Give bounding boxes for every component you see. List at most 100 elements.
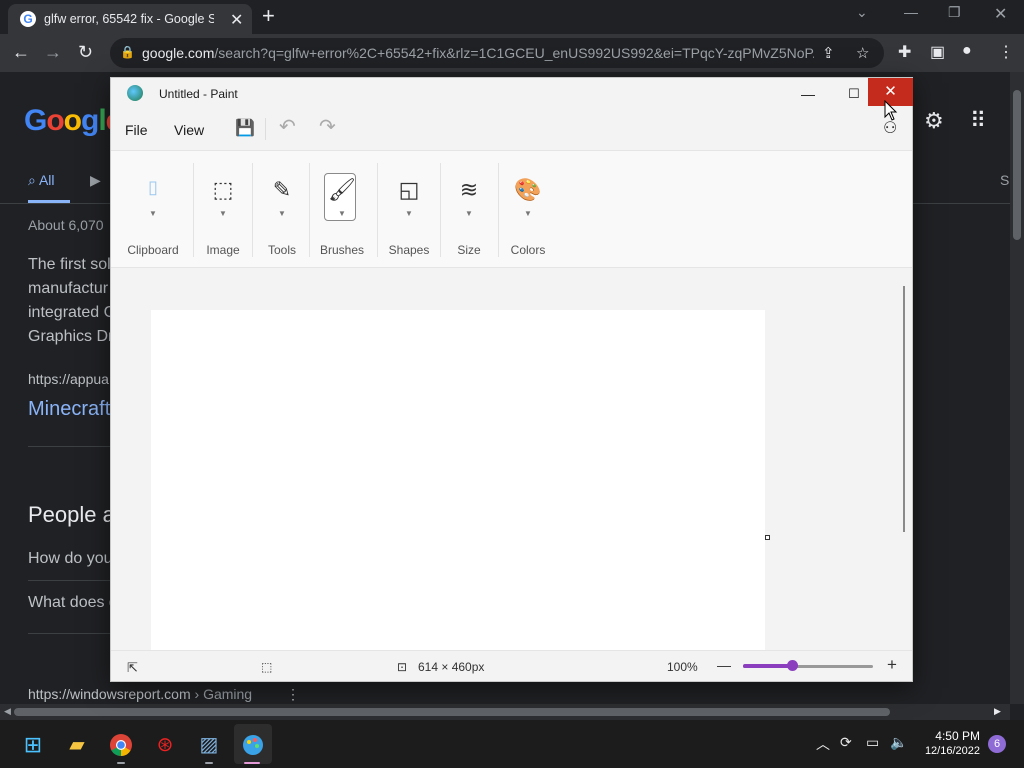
undo-icon[interactable]: ↶: [279, 114, 296, 139]
active-indicator: [244, 762, 260, 764]
line-size-icon: ≋: [459, 177, 479, 202]
chrome-icon[interactable]: [106, 730, 136, 760]
result-title-link[interactable]: Minecraft: [28, 398, 110, 421]
divider: [252, 163, 253, 257]
settings-gear-icon[interactable]: ⚙: [924, 108, 944, 134]
photos-icon[interactable]: ▨: [194, 730, 224, 760]
browser-restore-button[interactable]: ❐: [948, 4, 961, 21]
side-panel-icon[interactable]: ▣: [930, 42, 945, 62]
browser-tab[interactable]: G glfw error, 65542 fix - Google Se ✕: [8, 4, 252, 34]
zoom-out-button[interactable]: —: [717, 657, 731, 673]
running-indicator: [117, 762, 125, 764]
lock-icon[interactable]: 🔒: [120, 45, 135, 59]
scroll-right-icon[interactable]: ▶: [994, 706, 1001, 717]
reload-button[interactable]: ↻: [78, 42, 93, 63]
page-horizontal-scrollbar[interactable]: ◀ ▶: [0, 704, 1010, 720]
ribbon-label: Colors: [510, 243, 546, 257]
result-stats: About 6,070: [28, 217, 104, 233]
tab-all[interactable]: ⌕ All: [28, 172, 55, 189]
tab-close-icon[interactable]: ✕: [230, 10, 243, 30]
ribbon-group-colors[interactable]: 🎨 ▼ Colors: [501, 151, 555, 269]
drawing-canvas[interactable]: [151, 310, 765, 650]
more-options-icon[interactable]: ⋮: [286, 686, 300, 702]
zoom-level-text[interactable]: 100%: [667, 660, 698, 674]
redo-icon[interactable]: ↷: [319, 114, 336, 139]
url-text[interactable]: google.com/search?q=glfw+error%2C+65542+…: [142, 45, 814, 61]
divider: [377, 163, 378, 257]
share-icon[interactable]: ⇪: [822, 44, 835, 62]
browser-menu-icon[interactable]: ⋮: [998, 42, 1014, 62]
snippet-line: manufactur: [28, 280, 109, 297]
selection-size-icon: ⬚: [261, 660, 273, 674]
notification-badge[interactable]: 6: [988, 735, 1006, 753]
tab-search-chevron-icon[interactable]: ⌄: [856, 4, 868, 21]
clock-time[interactable]: 4:50 PM: [918, 729, 980, 743]
ribbon-group-image[interactable]: ⬚ ▼ Image: [195, 151, 251, 269]
network-icon[interactable]: ▭: [866, 734, 879, 751]
divider: [265, 118, 266, 140]
canvas-vertical-scrollbar[interactable]: [903, 286, 905, 532]
page-vertical-scrollbar[interactable]: [1010, 72, 1024, 704]
divider: [193, 163, 194, 257]
divider: [28, 446, 110, 447]
ribbon-group-shapes[interactable]: ◱ ▼ Shapes: [381, 151, 437, 269]
tray-overflow-chevron-icon[interactable]: ︿: [816, 734, 830, 754]
zoom-in-button[interactable]: +: [887, 655, 897, 675]
scrollbar-thumb[interactable]: [1013, 90, 1021, 240]
google-apps-icon[interactable]: ⠿: [970, 108, 986, 134]
forward-button[interactable]: →: [44, 42, 62, 63]
snippet-line: integrated G: [28, 304, 117, 321]
paint-minimize-button[interactable]: —: [785, 82, 831, 110]
chevron-down-icon: ▼: [338, 209, 346, 218]
paint-icon[interactable]: [238, 730, 268, 760]
paint-app-icon: [127, 85, 143, 101]
chevron-down-icon: ▼: [219, 209, 227, 218]
scrollbar-thumb[interactable]: [14, 708, 890, 716]
address-bar[interactable]: 🔒 google.com/search?q=glfw+error%2C+6554…: [110, 38, 884, 68]
paint-window-title: Untitled - Paint: [159, 87, 238, 101]
ribbon-group-clipboard[interactable]: ▯ ▼ Clipboard: [119, 151, 187, 269]
bottom-result-url[interactable]: https://windowsreport.com › Gaming ⋮: [28, 686, 300, 703]
new-tab-button[interactable]: +: [262, 5, 275, 27]
ribbon-group-size[interactable]: ≋ ▼ Size: [443, 151, 495, 269]
result-url[interactable]: https://appua: [28, 371, 109, 387]
save-icon[interactable]: 💾: [235, 118, 255, 138]
ribbon-group-brushes[interactable]: 🖌 ▼ Brushes: [317, 151, 367, 269]
paint-titlebar[interactable]: Untitled - Paint — ☐ ✕: [111, 78, 913, 110]
menu-file[interactable]: File: [125, 122, 148, 138]
profile-icon[interactable]: ●: [962, 42, 972, 60]
zoom-slider-thumb[interactable]: [787, 660, 799, 671]
scroll-left-icon[interactable]: ◀: [4, 706, 11, 717]
running-indicator: [205, 762, 213, 764]
file-explorer-icon[interactable]: ▰: [62, 730, 92, 760]
search-tools-label[interactable]: S: [1000, 172, 1009, 188]
chevron-down-icon: ▼: [465, 209, 473, 218]
tab-title: glfw error, 65542 fix - Google Se: [44, 12, 214, 26]
canvas-resize-handle[interactable]: [765, 535, 770, 540]
brush-icon: 🖌: [328, 177, 356, 202]
videos-tab-icon[interactable]: ▶: [90, 172, 101, 189]
menu-view[interactable]: View: [174, 122, 204, 138]
clock-date[interactable]: 12/16/2022: [918, 745, 980, 757]
shapes-icon: ◱: [398, 177, 420, 202]
sync-icon[interactable]: ⟳: [840, 734, 852, 751]
ribbon-group-tools[interactable]: ✎ ▼ Tools: [254, 151, 310, 269]
browser-minimize-button[interactable]: —: [904, 4, 918, 20]
windows-start-icon[interactable]: ⊞: [18, 730, 48, 760]
extensions-puzzle-icon[interactable]: ✚: [898, 42, 911, 62]
bookmark-star-icon[interactable]: ☆: [856, 44, 869, 62]
google-logo[interactable]: Google: [24, 104, 122, 138]
question-item[interactable]: How do you: [28, 550, 113, 568]
question-item[interactable]: What does g: [28, 594, 118, 612]
back-button[interactable]: ←: [12, 42, 30, 63]
selection-icon: ⬚: [212, 177, 234, 202]
ribbon-label: Shapes: [388, 243, 430, 257]
chevron-down-icon: ▼: [149, 209, 157, 218]
paint-statusbar: ⇱ ⬚ ⊡ 614 × 460px 100% — +: [111, 650, 912, 681]
volume-icon[interactable]: 🔈: [890, 734, 907, 751]
canvas-area: [111, 268, 912, 650]
color-palette-icon: 🎨: [514, 177, 542, 202]
media-app-icon[interactable]: ⊛: [150, 730, 180, 760]
google-favicon-icon: G: [20, 11, 36, 27]
browser-close-button[interactable]: ✕: [994, 4, 1007, 24]
